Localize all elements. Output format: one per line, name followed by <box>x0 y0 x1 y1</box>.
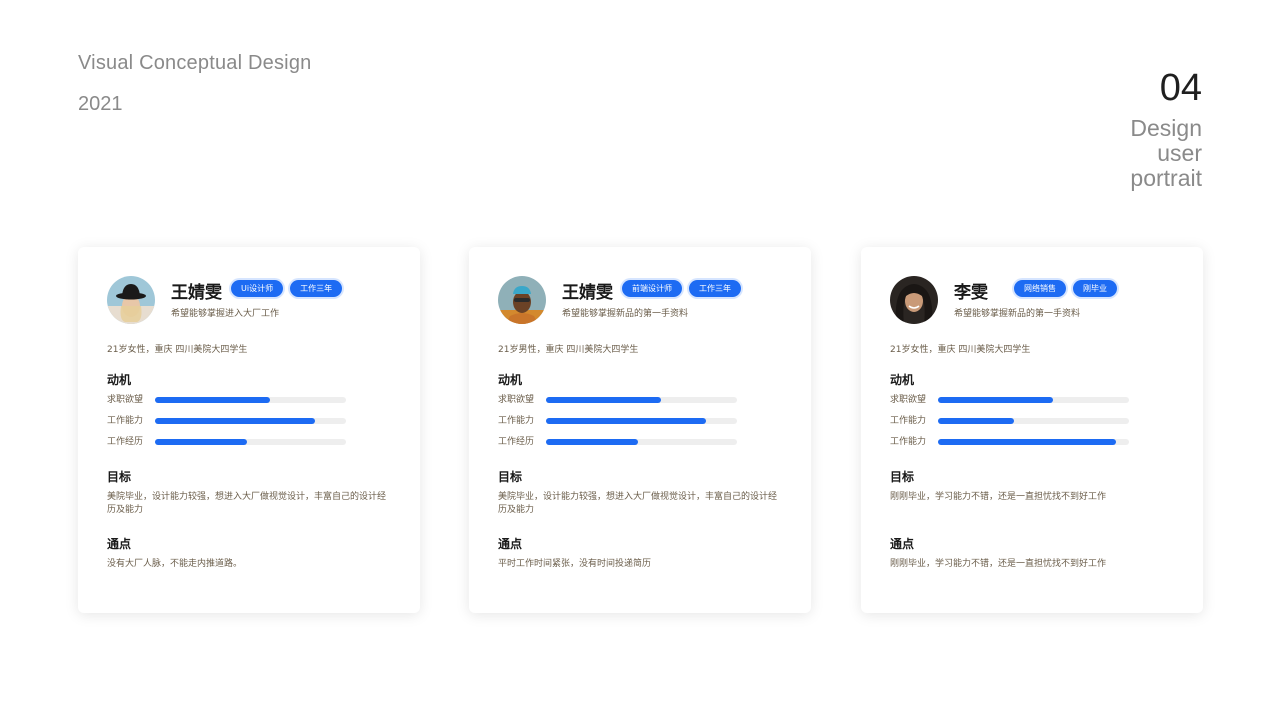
avatar <box>890 276 938 324</box>
pain-point-heading: 通点 <box>107 537 132 551</box>
bar-fill <box>546 439 638 445</box>
motivation-bar: 工作能力 <box>498 414 738 428</box>
presentation-year: 2021 <box>78 93 123 115</box>
motivation-bar: 求职欲望 <box>107 393 347 407</box>
goal-heading: 目标 <box>890 470 915 484</box>
motivation-bar: 工作能力 <box>890 435 1130 449</box>
motivation-bar: 工作经历 <box>498 435 738 449</box>
motivation-heading: 动机 <box>107 373 132 387</box>
motivation-bar: 工作经历 <box>107 435 347 449</box>
persona-name: 王婧雯 <box>562 283 613 303</box>
bar-label: 工作能力 <box>890 416 927 426</box>
persona-wish: 希望能够掌握新品的第一手资料 <box>562 309 689 319</box>
role-tag: 网络销售 <box>1014 280 1066 297</box>
presentation-title: Visual Conceptual Design <box>78 52 312 74</box>
experience-tag: 工作三年 <box>290 280 343 297</box>
bar-track <box>155 439 346 445</box>
bar-fill <box>938 418 1015 424</box>
bar-fill <box>155 397 270 403</box>
section-title-line: user <box>1157 140 1202 166</box>
bar-fill <box>546 418 707 424</box>
bar-label: 工作能力 <box>107 416 144 426</box>
goal-text: 刚刚毕业，学习能力不错，还是一直担忧找不到好工作 <box>890 492 1107 502</box>
motivation-bar: 求职欲望 <box>498 393 738 407</box>
bar-label: 求职欲望 <box>890 395 927 405</box>
role-tag: 前端设计师 <box>622 280 682 297</box>
goal-heading: 目标 <box>107 470 132 484</box>
motivation-bar: 求职欲望 <box>890 393 1130 407</box>
pain-point-text: 平时工作时间紧张，没有时间投递简历 <box>498 559 652 569</box>
bar-fill <box>155 439 247 445</box>
persona-card: 李雯 网络销售 刚毕业 希望能够掌握新品的第一手资料 21岁女性，重庆 四川美院… <box>861 247 1203 613</box>
section-title-line: portrait <box>1130 165 1202 191</box>
section-title-line: Design <box>1130 115 1202 141</box>
persona-card: 王婧雯 前端设计师 工作三年 希望能够掌握新品的第一手资料 21岁男性，重庆 四… <box>469 247 811 613</box>
persona-profile: 21岁女性，重庆 四川美院大四学生 <box>890 345 1031 355</box>
pain-point-text: 刚刚毕业，学习能力不错，还是一直担忧找不到好工作 <box>890 559 1107 569</box>
persona-wish: 希望能够掌握新品的第一手资料 <box>954 309 1081 319</box>
bar-label: 求职欲望 <box>107 395 144 405</box>
persona-wish: 希望能够掌握进入大厂工作 <box>171 309 280 319</box>
persona-card: 王婧雯 Ui设计师 工作三年 希望能够掌握进入大厂工作 21岁女性，重庆 四川美… <box>78 247 420 613</box>
goal-text: 美院毕业，设计能力较强，想进入大厂做视觉设计，丰富自己的设计经历及能力 <box>107 492 387 515</box>
bar-track <box>155 418 346 424</box>
pain-point-text: 没有大厂人脉，不能走内推道路。 <box>107 559 243 569</box>
goal-heading: 目标 <box>498 470 523 484</box>
motivation-bar: 工作能力 <box>890 414 1130 428</box>
section-title: Design user portrait <box>1130 116 1202 191</box>
bar-label: 工作经历 <box>107 437 144 447</box>
motivation-heading: 动机 <box>890 373 915 387</box>
tag-group: Ui设计师 工作三年 <box>231 280 343 297</box>
motivation-heading: 动机 <box>498 373 523 387</box>
bar-label: 工作经历 <box>498 437 535 447</box>
persona-name: 王婧雯 <box>171 283 222 303</box>
bar-fill <box>938 439 1116 445</box>
bar-fill <box>546 397 661 403</box>
experience-tag: 工作三年 <box>689 280 741 297</box>
persona-name: 李雯 <box>954 283 988 303</box>
bar-track <box>938 397 1129 403</box>
pain-point-heading: 通点 <box>498 537 523 551</box>
persona-profile: 21岁女性，重庆 四川美院大四学生 <box>107 345 248 355</box>
tag-group: 网络销售 刚毕业 <box>1014 280 1117 297</box>
persona-profile: 21岁男性，重庆 四川美院大四学生 <box>498 345 639 355</box>
role-tag: Ui设计师 <box>231 280 284 297</box>
bar-label: 工作能力 <box>498 416 535 426</box>
bar-track <box>546 439 737 445</box>
bar-fill <box>938 397 1053 403</box>
bar-track <box>938 418 1129 424</box>
bar-fill <box>155 418 316 424</box>
header-left: Visual Conceptual Design 2021 <box>78 52 311 116</box>
header-right: 04 Design user portrait <box>1130 66 1202 191</box>
page-number: 04 <box>1159 67 1202 109</box>
motivation-bar: 工作能力 <box>107 414 347 428</box>
tag-group: 前端设计师 工作三年 <box>622 280 741 297</box>
avatar <box>107 276 155 324</box>
goal-text: 美院毕业，设计能力较强，想进入大厂做视觉设计，丰富自己的设计经历及能力 <box>498 492 778 515</box>
bar-track <box>546 397 737 403</box>
bar-track <box>546 418 737 424</box>
avatar <box>498 276 546 324</box>
pain-point-heading: 通点 <box>890 537 915 551</box>
bar-label: 求职欲望 <box>498 395 535 405</box>
experience-tag: 刚毕业 <box>1073 280 1117 297</box>
bar-track <box>155 397 346 403</box>
bar-track <box>938 439 1129 445</box>
bar-label: 工作能力 <box>890 437 927 447</box>
